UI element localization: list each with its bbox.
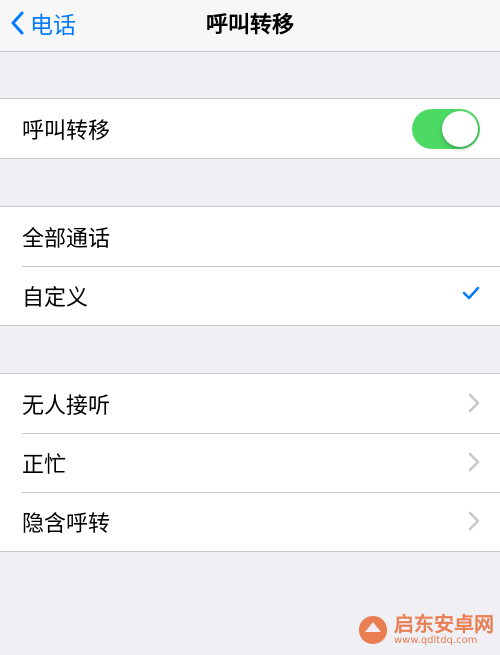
scope-item-label: 自定义 <box>22 285 89 311</box>
watermark-url: www.qdltdq.com <box>394 635 478 646</box>
chevron-right-icon <box>468 393 480 413</box>
toggle-knob <box>442 111 478 147</box>
watermark-brand: 启东安卓网 <box>394 612 494 636</box>
condition-item-busy[interactable]: 正忙 <box>0 433 500 492</box>
condition-item-label: 隐含呼转 <box>22 511 111 537</box>
forwarding-group: 呼叫转移 <box>0 98 500 159</box>
chevron-right-icon <box>468 511 480 531</box>
chevron-right-icon <box>468 452 480 472</box>
page-title: 呼叫转移 <box>205 13 294 38</box>
condition-item-label: 无人接听 <box>22 393 111 419</box>
conditions-group: 无人接听 正忙 隐含呼转 <box>0 373 500 552</box>
scope-item-label: 全部通话 <box>22 226 111 252</box>
scope-item-custom[interactable]: 自定义 <box>0 266 500 325</box>
watermark: 启东安卓网 www.qdltdq.com <box>356 613 494 647</box>
checkmark-icon <box>462 286 480 300</box>
condition-item-implicit-forward[interactable]: 隐含呼转 <box>0 492 500 551</box>
watermark-logo-icon <box>359 616 387 644</box>
forwarding-row: 呼叫转移 <box>0 99 500 158</box>
condition-item-no-answer[interactable]: 无人接听 <box>0 374 500 433</box>
forwarding-label: 呼叫转移 <box>22 118 111 144</box>
navigation-bar: 电话 呼叫转移 <box>0 0 500 52</box>
forwarding-toggle[interactable] <box>412 109 480 149</box>
scope-group: 全部通话 自定义 <box>0 206 500 326</box>
condition-item-label: 正忙 <box>22 452 67 478</box>
scope-item-all-calls[interactable]: 全部通话 <box>0 207 500 266</box>
